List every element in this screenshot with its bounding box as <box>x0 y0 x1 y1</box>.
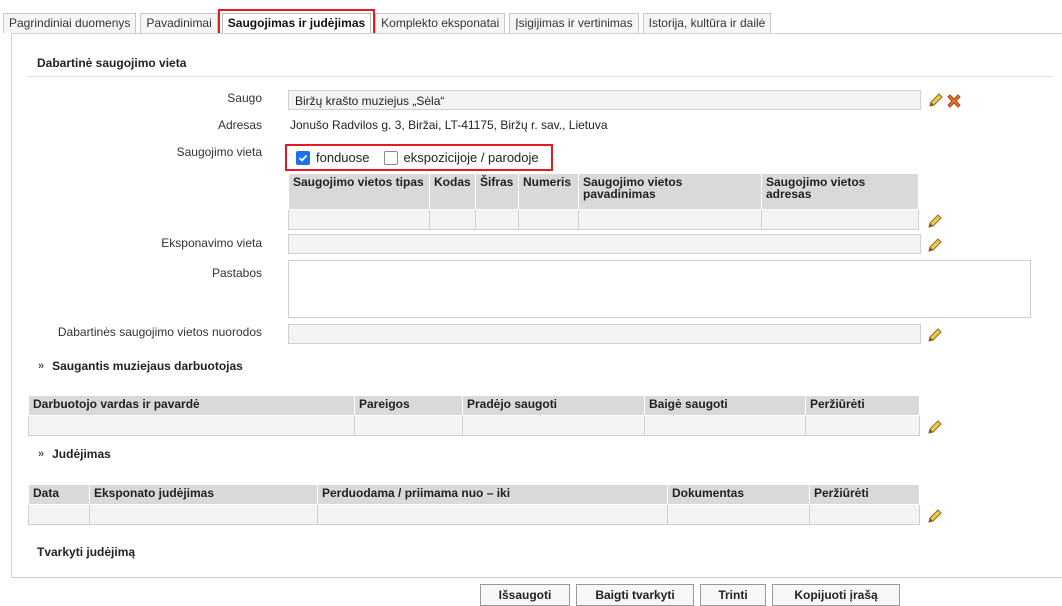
edit-icon[interactable] <box>927 91 945 109</box>
col-header: Saugojimo vietos tipas <box>288 173 430 210</box>
movement-section-toggle[interactable]: » Judėjimas <box>38 447 111 461</box>
tab-bar: Pagrindiniai duomenys Pavadinimai Saugoj… <box>3 9 775 37</box>
col-header: Darbuotojo vardas ir pavardė <box>28 395 355 416</box>
tab-komplekto[interactable]: Komplekto eksponatai <box>375 13 506 33</box>
chevron-down-icon: » <box>38 448 45 460</box>
checkbox-icon[interactable] <box>296 150 310 165</box>
col-header: Saugojimo vietos pavadinimas <box>578 173 762 210</box>
col-header: Peržiūrėti <box>809 484 920 505</box>
eksponavimo-field[interactable] <box>288 234 921 254</box>
fonduose-option[interactable]: fonduose <box>296 150 370 165</box>
movement-section-title: Judėjimas <box>52 447 111 461</box>
col-header: Baigė saugoti <box>644 395 806 416</box>
tab-saugojimas[interactable]: Saugojimas ir judėjimas <box>217 9 376 37</box>
edit-icon[interactable] <box>926 236 944 254</box>
col-header: Data <box>28 484 90 505</box>
adresas-value: Jonušo Radvilos g. 3, Biržai, LT-41175, … <box>290 118 608 132</box>
section-title-current: Dabartinė saugojimo vieta <box>37 56 187 70</box>
table-row <box>28 504 920 525</box>
eksponavimo-label: Eksponavimo vieta <box>161 236 262 250</box>
ekspozicijoje-option[interactable]: ekspozicijoje / parodoje <box>383 150 539 165</box>
col-header: Pareigos <box>354 395 463 416</box>
table-row <box>288 209 919 230</box>
nuorodos-label: Dabartinės saugojimo vietos nuorodos <box>57 325 262 339</box>
table-row <box>28 415 920 436</box>
col-header: Dokumentas <box>667 484 810 505</box>
delete-button[interactable]: Trinti <box>700 584 766 606</box>
edit-icon[interactable] <box>926 212 944 230</box>
storage-type-options: fonduose ekspozicijoje / parodoje <box>285 144 553 171</box>
col-header: Numeris <box>518 173 579 210</box>
pastabos-label: Pastabos <box>211 266 262 280</box>
checkbox-icon[interactable] <box>383 150 398 165</box>
col-header: Šifras <box>475 173 519 210</box>
adresas-label: Adresas <box>217 118 262 132</box>
tab-pagrindiniai[interactable]: Pagrindiniai duomenys <box>3 13 137 33</box>
delete-icon[interactable] <box>945 92 963 110</box>
edit-icon[interactable] <box>926 507 944 525</box>
movement-table: Data Eksponato judėjimas Perduodama / pr… <box>28 484 920 525</box>
finish-button[interactable]: Baigti tvarkyti <box>576 584 694 606</box>
staff-section-title: Saugantis muziejaus darbuotojas <box>52 359 243 373</box>
manage-movement-link[interactable]: Tvarkyti judėjimą <box>37 545 135 559</box>
save-button[interactable]: Išsaugoti <box>480 584 570 606</box>
tab-pavadinimai[interactable]: Pavadinimai <box>140 13 218 33</box>
saugo-field[interactable]: Biržų krašto muziejus „Sėla“ <box>288 90 921 110</box>
col-header: Eksponato judėjimas <box>89 484 318 505</box>
tab-istorija[interactable]: Istorija, kultūra ir dailė <box>642 13 772 33</box>
col-header: Kodas <box>429 173 476 210</box>
storage-location-table: Saugojimo vietos tipas Kodas Šifras Nume… <box>288 173 919 230</box>
action-buttons: Išsaugoti Baigti tvarkyti Trinti Kopijuo… <box>480 584 900 606</box>
staff-table: Darbuotojo vardas ir pavardė Pareigos Pr… <box>28 395 920 436</box>
col-header: Peržiūrėti <box>805 395 920 416</box>
copy-record-button[interactable]: Kopijuoti įrašą <box>772 584 900 606</box>
fonduose-label: fonduose <box>316 150 370 165</box>
staff-section-toggle[interactable]: » Saugantis muziejaus darbuotojas <box>38 359 243 373</box>
col-header: Saugojimo vietos adresas <box>761 173 919 210</box>
pastabos-textarea[interactable] <box>288 260 1031 318</box>
nuorodos-field[interactable] <box>288 324 921 344</box>
chevron-down-icon: » <box>38 360 45 372</box>
divider <box>27 76 1052 77</box>
col-header: Perduodama / priimama nuo – iki <box>317 484 668 505</box>
col-header: Pradėjo saugoti <box>462 395 645 416</box>
edit-icon[interactable] <box>926 326 944 344</box>
edit-icon[interactable] <box>926 418 944 436</box>
ekspozicijoje-label: ekspozicijoje / parodoje <box>403 150 539 165</box>
saugo-label: Saugo <box>227 91 262 105</box>
tab-isigijimas[interactable]: Įsigijimas ir vertinimas <box>509 13 639 33</box>
saugojimo-vieta-label: Saugojimo vieta <box>176 145 262 159</box>
